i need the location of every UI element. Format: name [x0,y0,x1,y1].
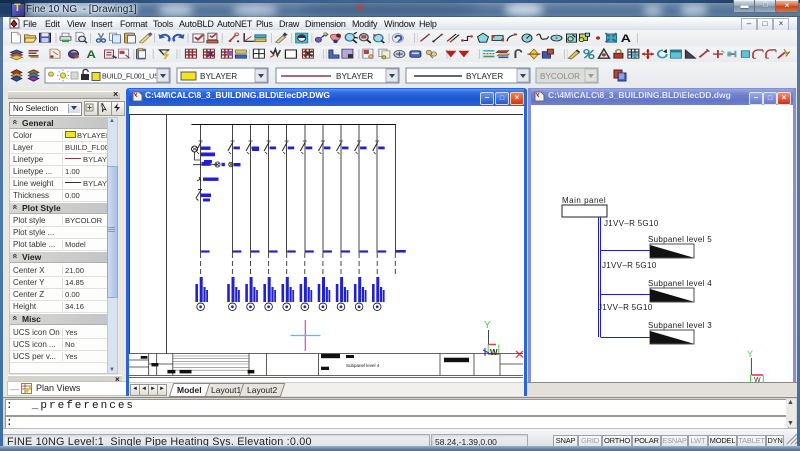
svg-text:BYLAYER: BYLAYER [466,72,503,81]
svg-text:J1VV–R 5G10: J1VV–R 5G10 [602,261,657,270]
svg-text:Subpanel level 3: Subpanel level 3 [648,321,712,330]
svg-text:A: A [87,48,97,61]
svg-text:J1VV–R 5G10: J1VV–R 5G10 [598,303,653,312]
svg-text:Main panel: Main panel [562,196,606,205]
svg-text:Subpanel level 4: Subpanel level 4 [648,279,712,288]
svg-text:W: W [490,348,498,357]
svg-text:J1VV–R 5G10: J1VV–R 5G10 [604,219,659,228]
svg-text:BYCOLOR: BYCOLOR [540,72,580,81]
svg-text:Y: Y [484,320,491,331]
svg-text:Subpanel level 5: Subpanel level 5 [648,235,712,244]
svg-text:BYLAYER: BYLAYER [200,72,237,81]
svg-text:BUILD_FL001_US: BUILD_FL001_US [102,72,159,81]
svg-text:BYLAYER: BYLAYER [336,72,373,81]
svg-text:Y: Y [747,349,753,359]
svg-text:Subpanel level 4: Subpanel level 4 [346,363,380,368]
